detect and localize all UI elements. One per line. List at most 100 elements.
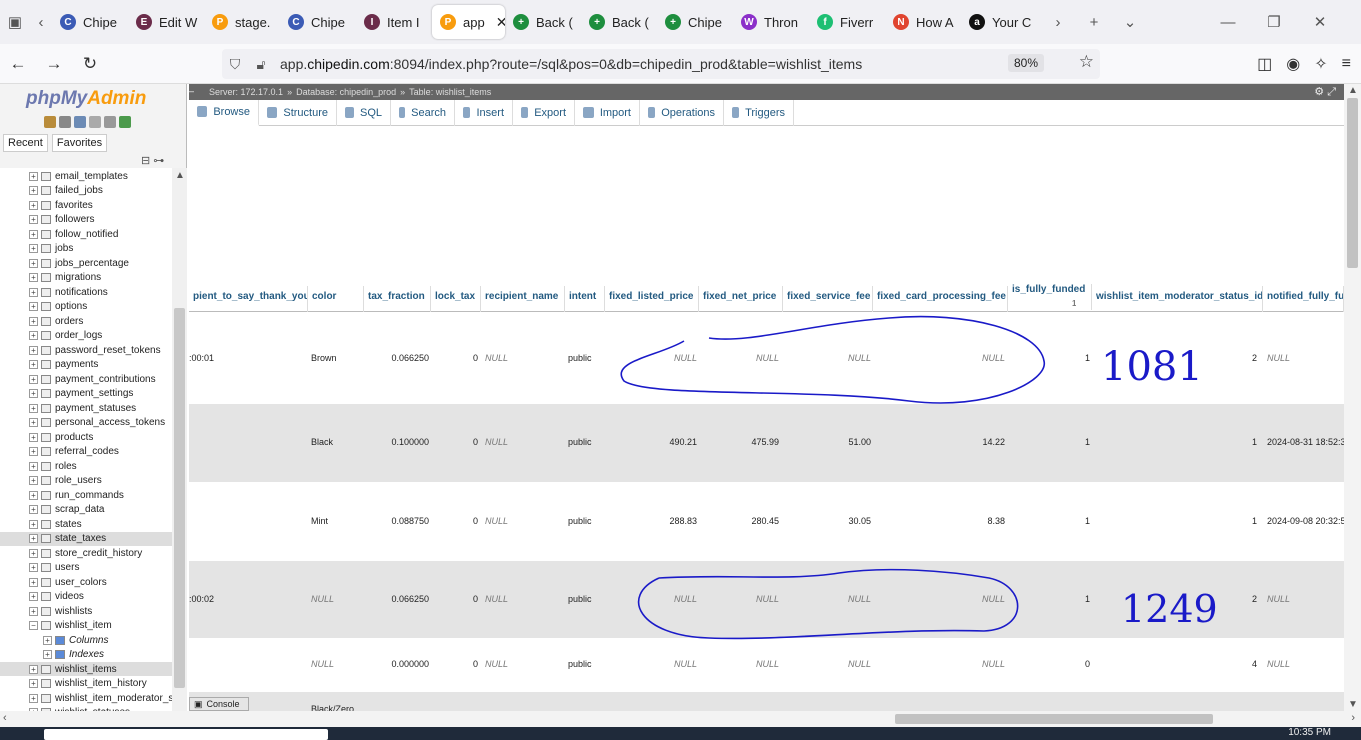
tree-table-item[interactable]: + user_colors: [0, 575, 172, 589]
gear-icon[interactable]: ⚙ ⤢: [1314, 85, 1336, 99]
tab-operations[interactable]: Operations: [640, 99, 724, 126]
table-cell-color[interactable]: Black/Zero: [311, 704, 361, 711]
table-cell-tax[interactable]: 0.000000: [367, 659, 429, 669]
scroll-up-icon[interactable]: ▲: [175, 170, 185, 181]
tree-table-item[interactable]: + jobs: [0, 242, 172, 256]
forward-icon[interactable]: →: [36, 44, 72, 84]
table-cell-card[interactable]: 8.38: [875, 516, 1005, 526]
table-cell-lock[interactable]: 0: [434, 594, 478, 604]
pocket-icon[interactable]: ◫: [1257, 54, 1272, 74]
expand-icon[interactable]: +: [29, 316, 38, 326]
expand-icon[interactable]: +: [29, 171, 38, 181]
expand-icon[interactable]: +: [29, 432, 38, 442]
table-cell-tax[interactable]: 0.088750: [367, 516, 429, 526]
table-cell-recip[interactable]: NULL: [485, 437, 555, 447]
shield-icon[interactable]: ⛉: [222, 56, 248, 73]
browser-tab[interactable]: f Fiverr: [809, 5, 885, 39]
table-cell-service[interactable]: 51.00: [785, 437, 871, 447]
expand-icon[interactable]: +: [29, 403, 38, 413]
tree-table-item[interactable]: + payment_settings: [0, 387, 172, 401]
table-cell-notified[interactable]: NULL: [1267, 659, 1344, 669]
column-header[interactable]: fixed_net_price: [699, 286, 783, 312]
table-cell-tax[interactable]: 0.066250: [367, 353, 429, 363]
maximize-icon[interactable]: ❐: [1259, 0, 1289, 44]
table-row[interactable]: NULL 0.000000 0 NULL public NULL NULL NULL NULL 0…: [189, 638, 1344, 692]
expand-icon[interactable]: +: [29, 389, 38, 398]
table-cell-card[interactable]: 14.22: [875, 437, 1005, 447]
expand-icon[interactable]: +: [29, 244, 38, 253]
table-cell-color[interactable]: NULL: [311, 594, 361, 604]
expand-icon[interactable]: +: [29, 345, 38, 355]
url-text[interactable]: app.chipedin.com:8094/index.php?route=/s…: [280, 56, 862, 72]
expand-icon[interactable]: +: [29, 461, 38, 471]
table-cell-card[interactable]: NULL: [875, 594, 1005, 604]
tree-table-item[interactable]: + wishlists: [0, 604, 172, 618]
expand-icon[interactable]: +: [29, 331, 38, 340]
table-cell-net[interactable]: NULL: [701, 659, 779, 669]
tree-table-item[interactable]: + roles: [0, 459, 172, 473]
table-row[interactable]: Black 0.100000 0 NULL public 490.21 475.99 51.0…: [189, 404, 1344, 482]
table-cell-card[interactable]: NULL: [875, 659, 1005, 669]
bookmark-star-icon[interactable]: ☆: [1079, 52, 1094, 72]
breadcrumb-table[interactable]: Table: wishlist_items: [409, 87, 491, 97]
table-cell-service[interactable]: 30.05: [785, 516, 871, 526]
table-cell-lock[interactable]: 0: [434, 516, 478, 526]
expand-icon[interactable]: +: [29, 229, 38, 239]
extensions-icon[interactable]: ✧: [1314, 54, 1327, 74]
table-cell-lock[interactable]: 0: [434, 353, 478, 363]
expand-icon[interactable]: +: [29, 200, 38, 210]
column-header[interactable]: pient_to_say_thank_you: [189, 286, 308, 312]
expand-icon[interactable]: +: [43, 635, 52, 645]
expand-icon[interactable]: +: [29, 664, 38, 674]
tab-browse[interactable]: Browse: [189, 99, 259, 126]
browser-tab[interactable]: C Chipe: [280, 5, 356, 39]
browser-tab[interactable]: N How A: [885, 5, 961, 39]
expand-icon[interactable]: +: [29, 258, 38, 268]
column-header[interactable]: fixed_card_processing_fee: [873, 286, 1008, 312]
expand-icon[interactable]: +: [29, 186, 38, 195]
tree-table-item[interactable]: + migrations: [0, 271, 172, 285]
expand-icon[interactable]: +: [29, 447, 38, 456]
tree-table-item[interactable]: + users: [0, 561, 172, 575]
browser-tab[interactable]: a Your C: [961, 5, 1037, 39]
table-row[interactable]: :00:02 NULL 0.066250 0 NULL public NULL NULL NUL…: [189, 561, 1344, 638]
tree-table-item[interactable]: + order_logs: [0, 329, 172, 343]
table-cell-intent[interactable]: public: [568, 516, 606, 526]
expand-icon[interactable]: +: [29, 679, 38, 688]
table-cell-funded[interactable]: 1: [1011, 516, 1090, 526]
tree-table-item[interactable]: + favorites: [0, 198, 172, 212]
table-cell-color[interactable]: Black: [311, 437, 361, 447]
tab-structure[interactable]: Structure: [259, 99, 337, 126]
tab-sql[interactable]: SQL: [337, 99, 391, 126]
expand-icon[interactable]: −: [29, 621, 38, 630]
table-cell-notified[interactable]: 2024-09-08 20:32:5: [1267, 516, 1344, 526]
table-cell-mod[interactable]: 1: [1095, 516, 1257, 526]
tree-table-item[interactable]: + options: [0, 300, 172, 314]
tree-table-item[interactable]: + states: [0, 517, 172, 531]
column-header[interactable]: fixed_service_fee: [783, 286, 873, 312]
tree-table-item[interactable]: + run_commands: [0, 488, 172, 502]
tree-table-item[interactable]: + referral_codes: [0, 445, 172, 459]
table-row[interactable]: :00:01 Brown 0.066250 0 NULL public NULL NULL NU…: [189, 314, 1344, 404]
nav-scroll-thumb[interactable]: [174, 308, 185, 688]
scroll-up-icon[interactable]: ▲: [1348, 85, 1358, 96]
tree-table-item[interactable]: + videos: [0, 590, 172, 604]
table-cell-lock[interactable]: 0: [434, 437, 478, 447]
browser-tab[interactable]: E Edit W: [128, 5, 204, 39]
expand-icon[interactable]: +: [29, 360, 38, 369]
table-cell-mod[interactable]: 4: [1095, 659, 1257, 669]
tabs-scroll-left-icon[interactable]: ‹: [30, 0, 52, 44]
tab-list-icon[interactable]: ⌄: [1115, 0, 1145, 44]
exit-icon[interactable]: [59, 116, 71, 128]
browser-tab[interactable]: Pstage.: [204, 5, 280, 39]
expand-icon[interactable]: +: [29, 374, 38, 384]
tree-table-item[interactable]: + products: [0, 430, 172, 444]
new-tab-button[interactable]: +: [1079, 0, 1109, 44]
tree-table-item[interactable]: + follow_notified: [0, 227, 172, 241]
tree-table-item[interactable]: + payments: [0, 358, 172, 372]
expand-icon[interactable]: +: [29, 215, 38, 224]
expand-icon[interactable]: +: [29, 505, 38, 514]
column-header[interactable]: is_fully_funded: [1008, 284, 1092, 310]
close-window-icon[interactable]: ✕: [1305, 0, 1335, 44]
tabs-scroll-right-icon[interactable]: ›: [1043, 0, 1073, 44]
